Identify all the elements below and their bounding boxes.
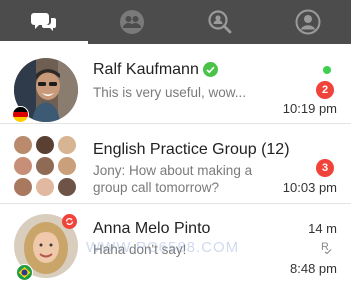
avatar-wrapper <box>14 214 78 281</box>
group-member-avatar <box>14 136 32 154</box>
language-exchange-icon <box>62 214 77 229</box>
group-member-avatar <box>36 178 54 196</box>
contacts-icon <box>119 9 145 35</box>
message-snippet: Jony: How about making a <box>93 163 253 178</box>
contact-name: Ralf Kaufmann <box>93 61 199 78</box>
unread-badge: 3 <box>316 159 334 177</box>
tab-contacts[interactable] <box>88 0 176 44</box>
message-snippet: This is very useful, wow... <box>93 85 247 100</box>
conversation-item[interactable]: Ralf Kaufmann This is very useful, wow..… <box>0 44 351 124</box>
brazil-flag-icon <box>16 264 33 281</box>
group-member-avatar <box>14 178 32 196</box>
message-snippet-line2: group call tomorrow? <box>93 180 220 195</box>
watermark: WWW.PC6588.COM <box>86 239 240 256</box>
message-time: 10:03 pm <box>282 180 337 195</box>
contact-name: Anna Melo Pinto <box>93 220 211 237</box>
online-status-dot <box>323 66 331 74</box>
last-active-time: 14 m <box>308 221 337 236</box>
top-tab-bar <box>0 0 351 44</box>
unread-badge: 2 <box>316 81 334 99</box>
tab-chats[interactable] <box>0 0 88 44</box>
conversation-item[interactable]: English Practice Group (12) Jony: How ab… <box>0 124 351 204</box>
group-member-avatar <box>58 178 76 196</box>
avatar-wrapper <box>12 58 78 123</box>
group-name: English Practice Group (12) <box>93 141 290 158</box>
group-avatar-grid <box>14 134 78 198</box>
group-member-avatar <box>58 157 76 175</box>
group-member-avatar <box>14 157 32 175</box>
tab-profile[interactable] <box>264 0 351 44</box>
message-time: 8:48 pm <box>290 261 337 276</box>
message-time: 10:19 pm <box>282 101 337 116</box>
group-member-avatar <box>36 136 54 154</box>
verified-check-icon <box>203 62 218 77</box>
read-receipt-icon: R <box>321 240 333 259</box>
search-people-icon <box>207 9 233 35</box>
chat-bubbles-icon <box>31 11 57 33</box>
germany-flag-icon <box>12 106 29 123</box>
group-member-avatar <box>36 157 54 175</box>
profile-icon <box>295 9 321 35</box>
tab-search[interactable] <box>176 0 264 44</box>
svg-text:R: R <box>321 241 329 253</box>
group-member-avatar <box>58 136 76 154</box>
